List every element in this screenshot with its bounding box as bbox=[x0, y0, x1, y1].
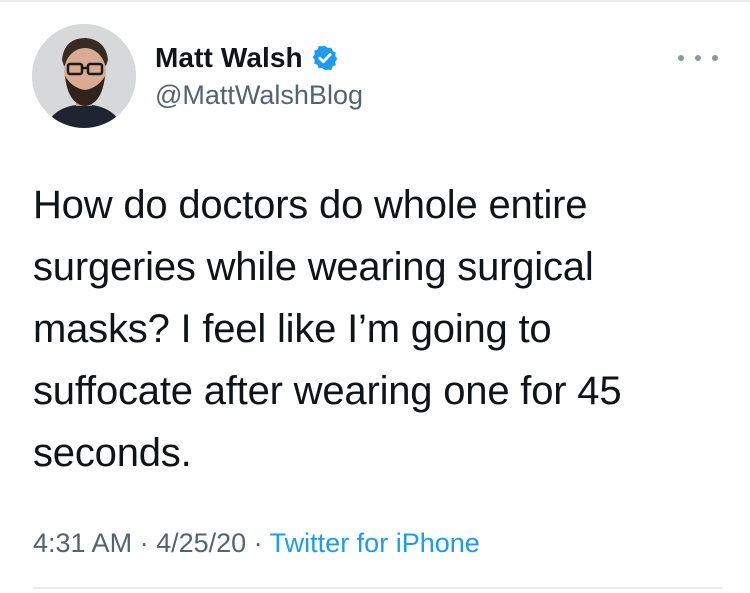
tweet-date[interactable]: 4/25/20 bbox=[156, 528, 246, 558]
display-name[interactable]: Matt Walsh bbox=[155, 42, 303, 74]
tweet-meta: 4:31 AM · 4/25/20 · Twitter for iPhone bbox=[33, 528, 480, 559]
tweet-source-link[interactable]: Twitter for iPhone bbox=[270, 528, 480, 558]
author-handle[interactable]: @MattWalshBlog bbox=[155, 80, 363, 111]
meta-separator: · bbox=[246, 528, 270, 558]
meta-separator: · bbox=[132, 528, 157, 558]
more-dot bbox=[678, 55, 684, 61]
more-dot bbox=[695, 55, 701, 61]
author-row: Matt Walsh bbox=[155, 40, 339, 76]
tweet-text: How do doctors do whole entire surgeries… bbox=[33, 183, 622, 475]
tweet-card: Matt Walsh @MattWalshBlog How do doctors… bbox=[0, 0, 750, 593]
avatar-image bbox=[32, 24, 136, 128]
more-dot bbox=[712, 55, 718, 61]
verified-badge-icon bbox=[312, 45, 338, 71]
avatar[interactable] bbox=[32, 24, 136, 128]
tweet-time[interactable]: 4:31 AM bbox=[33, 528, 132, 558]
bottom-divider bbox=[33, 587, 723, 589]
more-options-icon[interactable] bbox=[678, 48, 718, 68]
top-divider bbox=[0, 0, 750, 2]
